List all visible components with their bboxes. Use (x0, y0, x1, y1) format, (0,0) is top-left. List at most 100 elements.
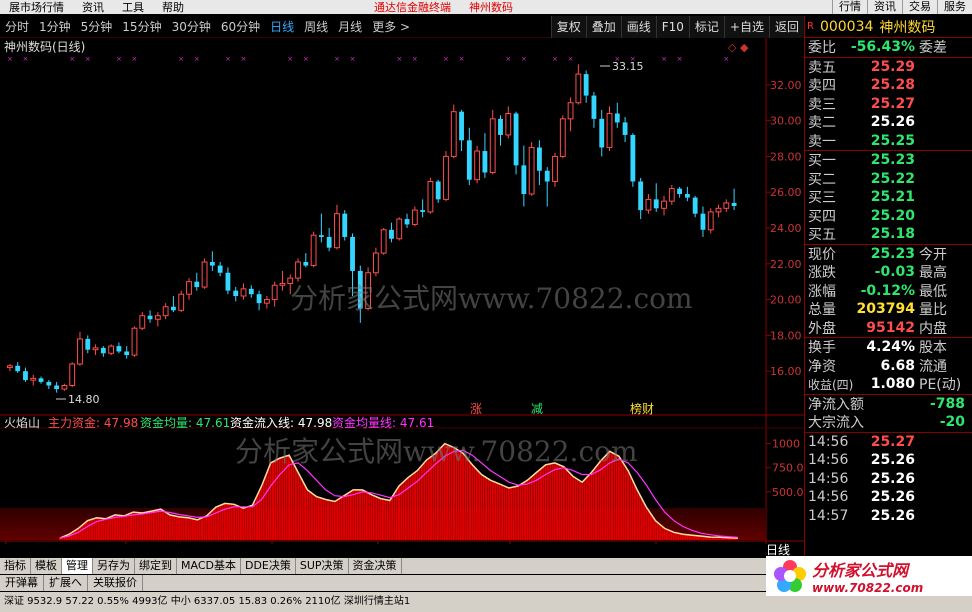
candle-down (225, 272, 231, 291)
candle-down (256, 294, 262, 304)
tab-trade[interactable]: 交易 (902, 0, 937, 14)
signal-x-mark: × (350, 55, 356, 63)
tab-dde[interactable]: DDE决策 (241, 558, 296, 574)
signal-x-mark: × (7, 55, 13, 63)
top-right-tabs: 行情 资讯 交易 服务 (832, 0, 972, 14)
candle-up (30, 377, 37, 381)
period-5min[interactable]: 5分钟 (76, 18, 118, 35)
signal-x-mark: × (396, 55, 402, 63)
candle-down (100, 347, 106, 354)
marker-reduce[interactable]: 减 (531, 402, 543, 416)
stock-header: R 000034 神州数码 (805, 16, 972, 38)
tab-service[interactable]: 服务 (937, 0, 972, 14)
signal-x-mark: × (661, 55, 667, 63)
f10-button[interactable]: F10 (655, 16, 689, 38)
bid2-row[interactable]: 买二 25.22 (805, 170, 972, 189)
ask1-row[interactable]: 卖一 25.25 (805, 132, 972, 151)
period-monthly[interactable]: 月线 (333, 18, 367, 35)
tab-bind-to[interactable]: 绑定到 (135, 558, 177, 574)
overlay-button[interactable]: 叠加 (585, 16, 621, 38)
bid5-row[interactable]: 买五 25.18 (805, 225, 972, 244)
period-daily[interactable]: 日线 (265, 18, 299, 35)
stock-code: 000034 (819, 18, 874, 35)
ask2-row[interactable]: 卖二 25.26 (805, 113, 972, 132)
draw-line-button[interactable]: 画线 (620, 16, 656, 38)
candle-down (521, 165, 527, 194)
period-15min[interactable]: 15分钟 (117, 18, 166, 35)
candle-down (513, 113, 519, 166)
candle-down (692, 197, 698, 214)
candle-up (240, 288, 247, 297)
menu-market[interactable]: 展市场行情 (0, 0, 73, 15)
tab-fund[interactable]: 资金决策 (349, 558, 402, 574)
kline-chart[interactable]: 16.00 18.00 20.00 22.00 24.00 26.00 28.00 30.00… (0, 38, 804, 544)
period-60min[interactable]: 60分钟 (216, 18, 265, 35)
marker-finance[interactable]: 榜财 (630, 401, 654, 416)
tab-info[interactable]: 资讯 (867, 0, 902, 14)
price-tick-label: 18.00 (770, 329, 802, 342)
tab-template[interactable]: 模板 (31, 558, 62, 574)
tab-macd[interactable]: MACD基本 (177, 558, 241, 574)
tick-row: 14:57 25.26 (808, 507, 915, 524)
period-1min[interactable]: 1分钟 (34, 18, 76, 35)
menu-tools[interactable]: 工具 (113, 0, 153, 15)
mark-button[interactable]: 标记 (688, 16, 724, 38)
candle-down (622, 122, 628, 135)
period-tick[interactable]: 分时 (0, 18, 34, 35)
ask3-row[interactable]: 卖三 25.27 (805, 95, 972, 114)
tab-sup[interactable]: SUP决策 (296, 558, 349, 574)
chart-diamond-icon[interactable]: ◇ ◆ (728, 41, 749, 54)
candle-down (318, 235, 324, 237)
danmaku-button[interactable]: 开弹幕 (0, 575, 44, 591)
candle-down (23, 371, 28, 381)
candle-down (614, 113, 620, 123)
ask4-row[interactable]: 卖四 25.28 (805, 76, 972, 95)
signal-x-mark: × (677, 55, 683, 63)
tab-quotes[interactable]: 行情 (832, 0, 867, 14)
signal-x-mark: × (69, 55, 75, 63)
candle-down (583, 74, 589, 96)
menu-help[interactable]: 帮助 (153, 0, 193, 15)
date-tick-label: 2019年 (8, 542, 47, 544)
candle-up (559, 118, 566, 157)
back-button[interactable]: 返回 (768, 16, 804, 38)
signal-x-mark: × (521, 55, 527, 63)
tab-manage[interactable]: 管理 (62, 558, 93, 574)
tab-save-as[interactable]: 另存为 (93, 558, 135, 574)
bid3-row[interactable]: 买三 25.21 (805, 188, 972, 207)
bid4-row[interactable]: 买四 25.20 (805, 207, 972, 226)
date-tick-label: 3 (512, 543, 519, 544)
candle-down (591, 95, 597, 119)
indicator-inflow-avg-label: 资金均量线: 47.61 (332, 415, 434, 430)
candle-down (209, 262, 215, 266)
period-weekly[interactable]: 周线 (299, 18, 333, 35)
candle-up (723, 202, 730, 209)
pct-row: 涨幅 -0.12% 最低 (808, 282, 947, 300)
indicator-tick-label: 500.00 (772, 486, 804, 499)
candle-up (77, 338, 83, 365)
candle-down (15, 365, 21, 372)
net-inflow-row: 净流入额 -788 (808, 395, 965, 413)
expand-button[interactable]: 扩展へ (44, 575, 88, 591)
menu-bar: 展市场行情 资讯 工具 帮助 通达信金融终端 神州数码 行情 资讯 交易 服务 (0, 0, 972, 14)
candle-down (599, 118, 605, 148)
candle-down (350, 236, 355, 271)
candle-down (544, 170, 550, 182)
adjust-button[interactable]: 复权 (550, 16, 586, 38)
change-row: 涨跌 -0.03 最高 (808, 264, 947, 282)
site-logo: 分析家公式网 www.70822.com (766, 556, 972, 596)
tab-indicator[interactable]: 指标 (0, 558, 31, 574)
candle-up (668, 188, 675, 202)
candle-up (92, 347, 99, 351)
bid1-row[interactable]: 买一 25.23 (805, 151, 972, 170)
menu-news[interactable]: 资讯 (73, 0, 113, 15)
tick-row: 14:56 25.26 (808, 470, 915, 487)
period-30min[interactable]: 30分钟 (167, 18, 216, 35)
marker-rise[interactable]: 涨 (470, 401, 482, 416)
candle-up (707, 211, 714, 231)
period-more[interactable]: 更多 > (367, 18, 415, 35)
add-watchlist-button[interactable]: +自选 (723, 16, 769, 38)
logo-title: 分析家公式网 (812, 561, 909, 580)
related-quote-button[interactable]: 关联报价 (88, 575, 143, 591)
ask5-row[interactable]: 卖五 25.29 (805, 58, 972, 77)
